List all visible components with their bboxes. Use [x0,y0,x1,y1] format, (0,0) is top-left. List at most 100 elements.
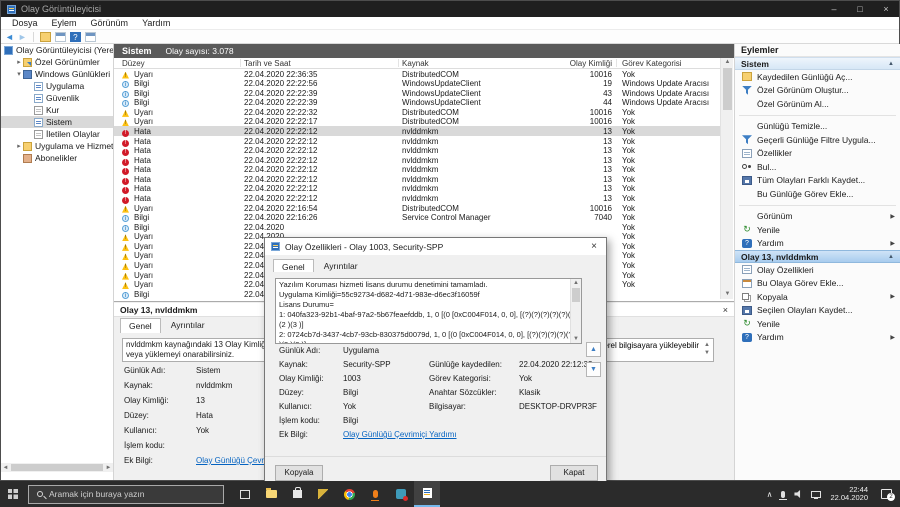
close-dialog-button[interactable]: Kapat [550,465,598,481]
action-zel-g-r-n-m-olu-tur[interactable]: Özel Görünüm Oluştur... [735,84,900,98]
dialog-close-icon[interactable]: × [582,241,606,252]
previous-event-button[interactable]: ▲ [586,342,601,357]
action-se-ilen-olaylar-kaydet[interactable]: Seçilen Olayları Kaydet... [735,304,900,318]
forward-icon[interactable]: ► [18,32,27,42]
expander-icon[interactable]: ▸ [15,58,23,66]
tree-item-zel-g-r-n-mler[interactable]: ▸ Özel Görünümler [1,56,113,68]
tree-item-olay-g-r-nt-leyicisi-yerel[interactable]: Olay Görüntüleyicisi (Yerel) [1,44,113,56]
tree-item-i-letilen-olaylar[interactable]: İletilen Olaylar [1,128,113,140]
scroll-up-icon[interactable]: ▲ [571,279,581,287]
scroll-down-icon[interactable]: ▼ [721,290,734,299]
collapse-chevron-icon[interactable]: ▲ [888,61,894,67]
event-row[interactable]: Hata 22.04.2020 22:22:12 nvlddmkm 13 Yok [114,174,720,185]
tree-item-abonelikler[interactable]: Abonelikler [1,152,113,164]
open-saved-log-icon[interactable] [39,31,51,42]
taskbar-app-mic[interactable] [362,481,388,507]
table-vertical-scrollbar[interactable]: ▲ ▼ [720,58,733,299]
menu-g-r-n-m[interactable]: Görünüm [84,18,136,28]
event-row[interactable]: Uyarı 22.04.2020 22:22:32 DistributedCOM 10… [114,107,720,117]
event-row[interactable]: Hata 22.04.2020 22:22:12 nvlddmkm 13 Yok [114,165,720,176]
action-zellikler[interactable]: Özellikler [735,147,900,161]
event-row[interactable]: Hata 22.04.2020 22:22:12 nvlddmkm 13 Yok [114,184,720,195]
next-event-button[interactable]: ▼ [586,362,601,377]
help-icon[interactable]: ? [69,31,81,42]
scroll-thumb[interactable] [723,68,732,110]
scroll-left-icon[interactable]: ◄ [1,465,10,471]
taskbar-app-chrome[interactable] [336,481,362,507]
dialog-text-scrollbar[interactable]: ▲ ▼ [570,279,581,343]
action-yenile[interactable]: Yenile [735,317,900,331]
expander-icon[interactable]: ▸ [15,142,23,150]
event-row[interactable]: Hata 22.04.2020 22:22:12 nvlddmkm 13 Yok [114,194,720,205]
tree-horizontal-scrollbar[interactable]: ◄ ► [1,463,113,472]
tray-speaker-icon[interactable] [794,490,801,498]
event-row[interactable]: Bilgi 22.04.2020 22:16:26 Service Control … [114,213,720,223]
menu-dosya[interactable]: Dosya [5,18,45,28]
online-help-link[interactable]: Olay Günlüğü Çevrimiçi Yardımı [343,430,457,439]
taskbar-app-docs[interactable] [310,481,336,507]
event-row[interactable]: Uyarı 22.04.2020 22:16:54 DistributedCOM 10… [114,203,720,213]
taskbar-app-event-viewer[interactable] [414,481,440,507]
tray-network-icon[interactable] [811,490,822,499]
minimize-button[interactable]: – [821,1,847,17]
tree-item-windows-g-nl-kleri[interactable]: ▾ Windows Günlükleri [1,68,113,80]
tray-microphone-icon[interactable] [779,490,788,500]
column-source[interactable]: Kaynak [402,59,429,68]
actions-section-sistem[interactable]: Sistem ▲ [735,57,900,70]
event-row[interactable]: Hata 22.04.2020 22:22:12 nvlddmkm 13 Yok [114,155,720,166]
taskbar-app-explorer[interactable] [258,481,284,507]
action-t-m-olaylar-farkl-kaydet[interactable]: Tüm Olayları Farklı Kaydet... [735,174,900,188]
action-g-nl-temizle[interactable]: Günlüğü Temizle... [735,120,900,134]
tray-clock[interactable]: 22:44 22.04.2020 [830,485,868,503]
event-row[interactable]: Hata 22.04.2020 22:22:12 nvlddmkm 13 Yok [114,126,720,137]
scroll-thumb[interactable] [572,288,580,302]
start-button[interactable] [0,481,26,507]
menu-yard-m[interactable]: Yardım [135,18,177,28]
event-row[interactable]: Bilgi 22.04.2020 Yok [114,222,720,232]
details-close-icon[interactable]: × [723,305,728,315]
expander-icon[interactable]: ▾ [15,70,23,78]
console-window-icon[interactable] [54,31,66,42]
action-ge-erli-g-nl-e-filtre-uygula[interactable]: Geçerli Günlüğe Filtre Uygula... [735,133,900,147]
tab-general[interactable]: Genel [120,318,161,333]
event-row[interactable]: Hata 22.04.2020 22:22:12 nvlddmkm 13 Yok [114,136,720,147]
action-bu-olaya-g-rev-ekle[interactable]: Bu Olaya Görev Ekle... [735,277,900,291]
tree-item-kur[interactable]: Kur [1,104,113,116]
tree-item-uygulama-ve-hizmet-g-nl-kleri[interactable]: ▸ Uygulama ve Hizmet Günlükleri [1,140,113,152]
action-yard-m[interactable]: Yardım ▶ [735,331,900,345]
action-bu-g-nl-e-g-rev-ekle[interactable]: Bu Günlüğe Görev Ekle... [735,187,900,201]
tray-chevron-icon[interactable]: ∧ [767,490,773,499]
dialog-tab-general[interactable]: Genel [273,259,314,272]
dialog-event-text[interactable]: ▲ ▼ Yazılım Koruması hizmeti lisans duru… [275,278,582,344]
column-level[interactable]: Düzey [122,59,145,68]
column-event-id[interactable]: Olay Kimliği [552,59,612,68]
action-yenile[interactable]: Yenile [735,223,900,237]
action-olay-zellikleri[interactable]: Olay Özellikleri [735,263,900,277]
scroll-thumb[interactable] [11,464,103,471]
back-icon[interactable]: ◄ [5,32,14,42]
scroll-right-icon[interactable]: ► [104,465,113,471]
event-row[interactable]: Bilgi 22.04.2020 22:22:56 WindowsUpdateCli… [114,79,720,89]
tree-item-uygulama[interactable]: Uygulama [1,80,113,92]
event-row[interactable]: Bilgi 22.04.2020 22:22:39 WindowsUpdateCli… [114,88,720,98]
taskbar-search[interactable]: Aramak için buraya yazın [28,484,224,504]
scroll-up-icon[interactable]: ▲ [721,58,734,67]
column-category[interactable]: Görev Kategorisi [622,59,682,68]
action-bul[interactable]: Bul... [735,160,900,174]
taskbar-app-store[interactable] [284,481,310,507]
action-g-r-n-m[interactable]: Görünüm ▶ [735,210,900,224]
show-console-tree-icon[interactable] [84,31,96,42]
menu-eylem[interactable]: Eylem [45,18,84,28]
action-kopyala[interactable]: Kopyala ▶ [735,290,900,304]
dialog-tab-details[interactable]: Ayrıntılar [316,259,366,272]
maximize-button[interactable]: □ [847,1,873,17]
action-zel-g-r-n-m-al[interactable]: Özel Görünüm Al... [735,97,900,111]
copy-button[interactable]: Kopyala [275,465,323,481]
action-center-icon[interactable]: 2 [881,489,895,501]
action-yard-m[interactable]: Yardım ▶ [735,237,900,251]
event-row[interactable]: Uyarı 22.04.2020 22:22:17 DistributedCOM 10… [114,117,720,127]
description-scrollbar[interactable]: ▲ ▼ [702,341,712,357]
close-button[interactable]: × [873,1,899,17]
scroll-down-icon[interactable]: ▼ [571,335,581,343]
event-row[interactable]: Bilgi 22.04.2020 22:22:39 WindowsUpdateCli… [114,98,720,108]
